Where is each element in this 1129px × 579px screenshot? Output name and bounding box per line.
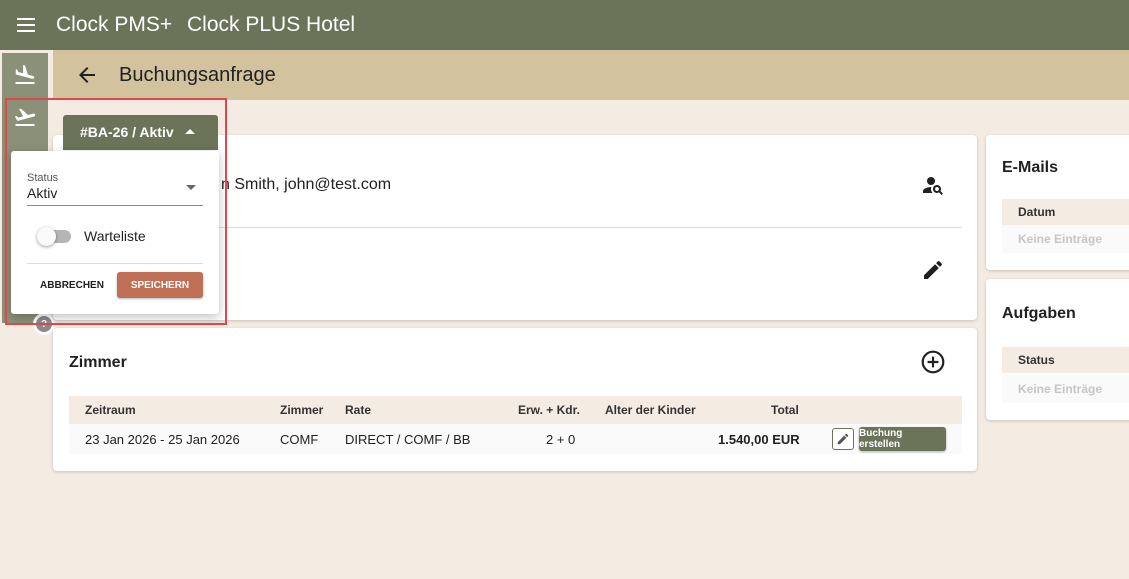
column-header: Alter der Kinder bbox=[605, 403, 696, 417]
flight-takeoff-icon[interactable] bbox=[2, 97, 48, 137]
create-booking-button[interactable]: Buchung erstellen bbox=[859, 427, 946, 451]
edit-icon bbox=[837, 433, 849, 445]
column-header: Zimmer bbox=[280, 403, 324, 417]
add-circle-icon[interactable] bbox=[919, 348, 947, 376]
column-header: Zeitraum bbox=[85, 403, 136, 417]
table-row: 23 Jan 2026 - 25 Jan 2026 COMF DIRECT / … bbox=[69, 424, 962, 454]
room-cell: COMF bbox=[280, 432, 319, 447]
help-icon[interactable]: ? bbox=[33, 313, 55, 335]
waitlist-toggle[interactable] bbox=[37, 226, 73, 246]
save-button[interactable]: SPEICHERN bbox=[117, 272, 203, 298]
guests-cell: 2 + 0 bbox=[546, 432, 576, 447]
tasks-table-header: Status bbox=[1002, 347, 1129, 373]
period-cell: 23 Jan 2026 - 25 Jan 2026 bbox=[85, 432, 240, 447]
column-header: Erw. + Kdr. bbox=[518, 403, 580, 417]
waitlist-label: Warteliste bbox=[84, 228, 146, 244]
total-cell: 1.540,00 EUR bbox=[718, 432, 800, 447]
cancel-button[interactable]: ABBRECHEN bbox=[37, 272, 107, 298]
divider bbox=[27, 263, 203, 264]
emails-title: E-Mails bbox=[1002, 159, 1059, 176]
status-select-label: Status bbox=[27, 172, 59, 184]
column-header: Total bbox=[771, 403, 799, 417]
select-underline bbox=[27, 205, 203, 206]
toggle-knob bbox=[37, 227, 56, 246]
emails-table-header: Datum bbox=[1002, 199, 1129, 225]
status-chip-button[interactable]: #BA-26 / Aktiv bbox=[63, 115, 218, 150]
rooms-title: Zimmer bbox=[69, 354, 127, 371]
rooms-card: Zimmer Zeitraum Zimmer Rate Erw. + Kdr. … bbox=[53, 328, 977, 471]
menu-icon[interactable] bbox=[14, 13, 40, 37]
page-header: Buchungsanfrage bbox=[53, 50, 1129, 100]
hotel-name: Clock PLUS Hotel bbox=[187, 13, 356, 36]
guest-contact: n Smith, john@test.com bbox=[221, 176, 392, 193]
edit-row-button[interactable] bbox=[832, 428, 854, 450]
dropdown-arrow-icon bbox=[186, 185, 196, 190]
column-header: Datum bbox=[1018, 205, 1056, 219]
tasks-empty-row: Keine Einträge bbox=[1002, 375, 1129, 403]
page-title: Buchungsanfrage bbox=[119, 64, 276, 86]
app-bar: Clock PMS+ Clock PLUS Hotel bbox=[0, 0, 1129, 50]
status-popup: Status Aktiv Warteliste ABBRECHEN SPEICH… bbox=[11, 151, 219, 314]
emails-empty-row: Keine Einträge bbox=[1002, 225, 1129, 253]
person-search-icon[interactable] bbox=[919, 171, 947, 199]
caret-up-icon bbox=[185, 129, 195, 134]
flight-land-icon[interactable] bbox=[2, 55, 48, 95]
tasks-card: Aufgaben Status Keine Einträge bbox=[986, 279, 1129, 420]
status-select-value: Aktiv bbox=[27, 185, 58, 201]
column-header: Rate bbox=[345, 403, 372, 417]
status-chip-label: #BA-26 / Aktiv bbox=[80, 124, 174, 140]
column-header: Status bbox=[1018, 353, 1055, 367]
empty-text: Keine Einträge bbox=[1018, 382, 1103, 396]
edit-icon[interactable] bbox=[919, 256, 947, 284]
app-name: Clock PMS+ bbox=[56, 13, 173, 36]
tasks-title: Aufgaben bbox=[1002, 305, 1076, 322]
back-arrow-icon[interactable] bbox=[75, 63, 99, 87]
rate-cell: DIRECT / COMF / BB bbox=[345, 432, 471, 447]
emails-card: E-Mails Datum Keine Einträge bbox=[986, 135, 1129, 270]
empty-text: Keine Einträge bbox=[1018, 232, 1103, 246]
rooms-table-header: Zeitraum Zimmer Rate Erw. + Kdr. Alter d… bbox=[69, 396, 962, 424]
